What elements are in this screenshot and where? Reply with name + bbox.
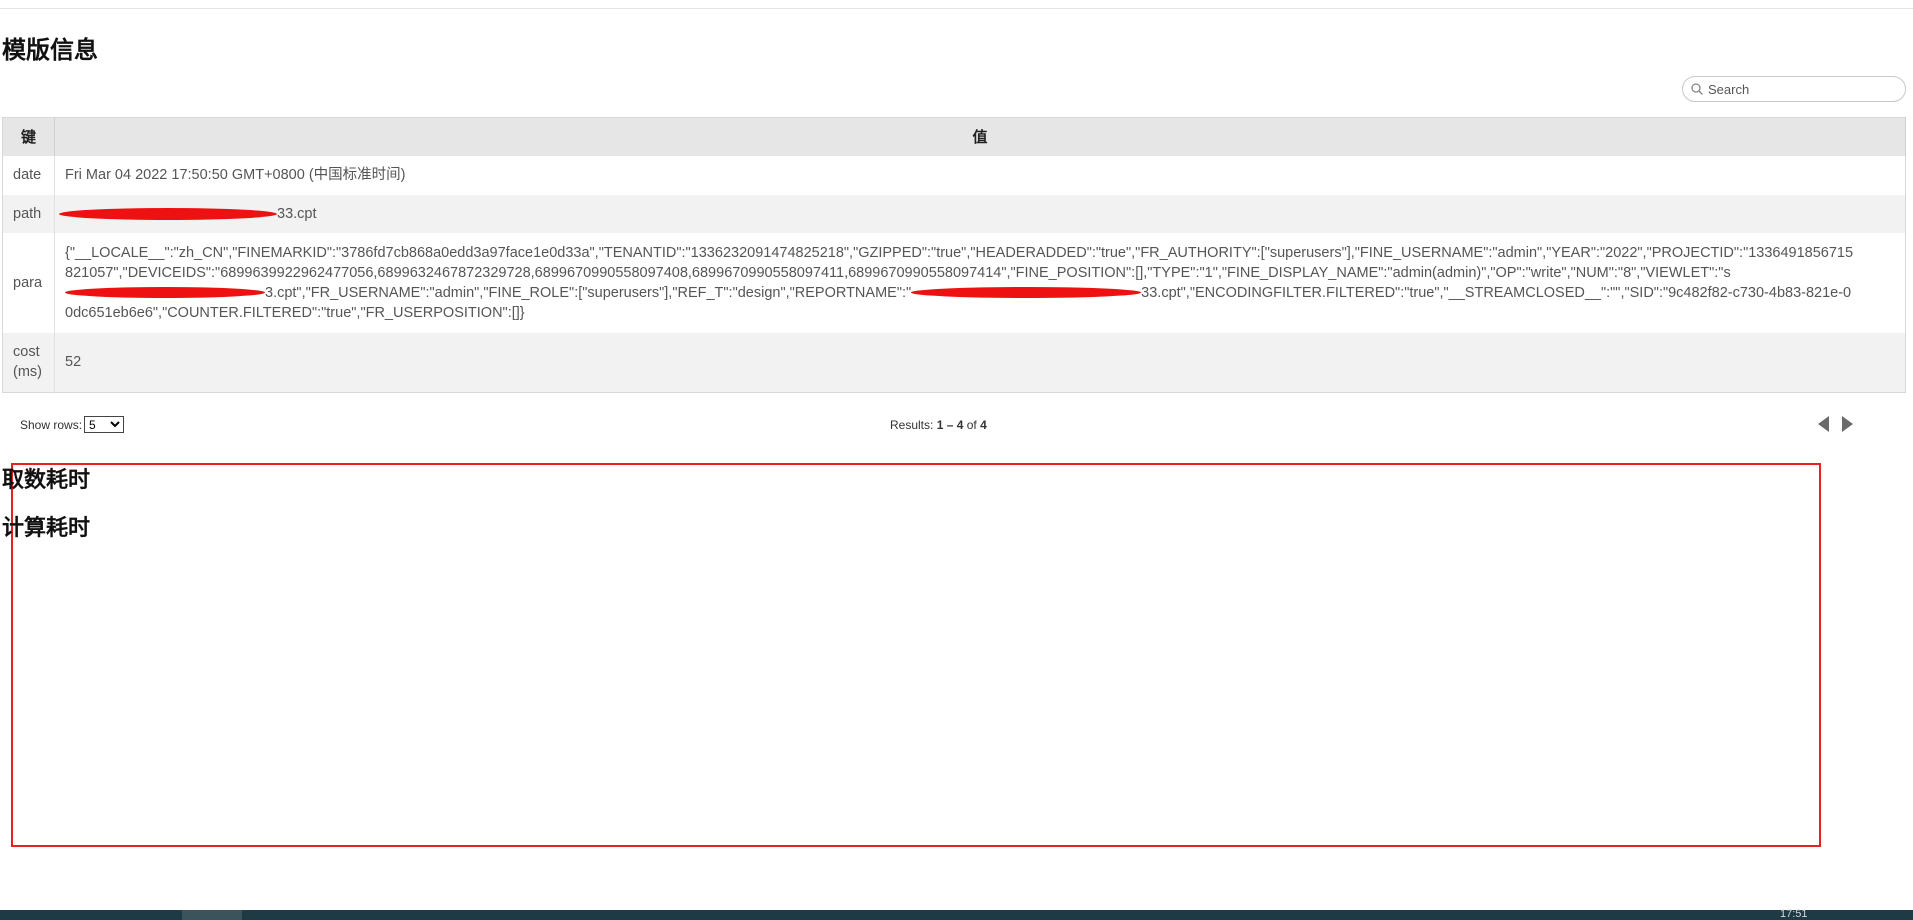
highlight-box <box>11 463 1821 847</box>
search-input[interactable] <box>1708 79 1898 99</box>
column-header-key[interactable]: 键 <box>2 117 55 156</box>
search-icon <box>1691 83 1703 95</box>
section-title-calc-time: 计算耗时 <box>2 516 91 541</box>
table-pager: Show rows: 5 Results: 1 – 4 of 4 <box>0 414 1913 438</box>
table-header-row: 键 值 <box>2 117 1906 156</box>
row-key: para <box>2 232 55 333</box>
page-title: 模版信息 <box>2 36 98 64</box>
para-text-2: 3.cpt","FR_USERNAME":"admin","FINE_ROLE"… <box>265 284 912 301</box>
row-value: 33.cpt <box>55 195 1906 233</box>
template-info-table: 键 值 date Fri Mar 04 2022 17:50:50 GMT+08… <box>2 117 1906 393</box>
results-range: 1 – 4 <box>936 418 964 432</box>
results-of: of <box>963 418 981 432</box>
next-page-icon[interactable] <box>1842 416 1853 432</box>
redaction-mark <box>65 287 265 299</box>
results-prefix: Results: <box>890 418 937 432</box>
search-box[interactable] <box>1682 76 1906 102</box>
rows-per-page-select[interactable]: 5 <box>84 416 124 433</box>
table-row: cost (ms) 52 <box>2 332 1906 393</box>
taskbar-active-item[interactable] <box>182 910 242 920</box>
table-row: path 33.cpt <box>2 194 1906 233</box>
redaction-mark <box>911 287 1142 299</box>
results-total: 4 <box>980 418 987 432</box>
results-summary: Results: 1 – 4 of 4 <box>890 418 987 432</box>
table-row: para {"__LOCALE__":"zh_CN","FINEMARKID":… <box>2 232 1906 333</box>
table-row: date Fri Mar 04 2022 17:50:50 GMT+0800 (… <box>2 155 1906 195</box>
section-title-fetch-time: 取数耗时 <box>2 468 91 493</box>
path-suffix: 33.cpt <box>277 205 317 222</box>
row-value: Fri Mar 04 2022 17:50:50 GMT+0800 (中国标准时… <box>65 167 406 183</box>
row-value: 52 <box>65 354 82 371</box>
row-key: date <box>2 155 55 195</box>
prev-page-icon[interactable] <box>1818 416 1829 432</box>
taskbar: 17:51 <box>0 908 1913 920</box>
row-key: path <box>2 194 55 233</box>
column-header-value[interactable]: 值 <box>54 117 1906 156</box>
row-value: {"__LOCALE__":"zh_CN","FINEMARKID":"3786… <box>55 233 1906 333</box>
taskbar-clock: 17:51 <box>1780 908 1808 920</box>
top-divider <box>0 8 1913 9</box>
redaction-mark <box>59 207 277 220</box>
show-rows-label: Show rows: <box>20 418 83 432</box>
para-text-1: {"__LOCALE__":"zh_CN","FINEMARKID":"3786… <box>65 244 1854 281</box>
row-key: cost (ms) <box>2 332 55 393</box>
